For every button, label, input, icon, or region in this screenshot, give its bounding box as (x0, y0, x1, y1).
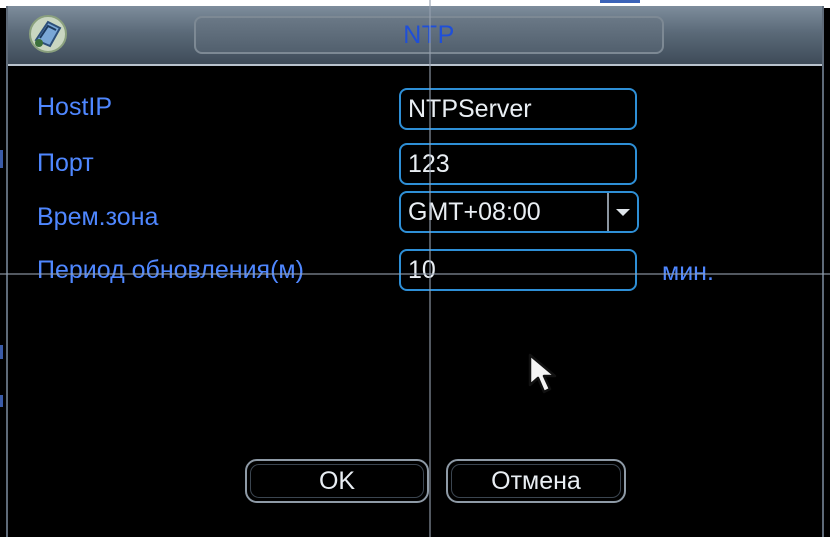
port-label: Порт (37, 149, 94, 177)
port-input[interactable]: 123 (399, 143, 637, 185)
ok-button-label: OK (318, 466, 356, 495)
host-ip-label: HostIP (37, 93, 113, 121)
screen: NTP HostIP NTPServer Порт 123 Врем.зона … (0, 0, 830, 537)
update-period-label: Период обновления(м) (37, 256, 304, 284)
dialog-titlebar: NTP (8, 6, 822, 66)
update-period-input[interactable]: 10 (399, 249, 637, 291)
ok-button[interactable]: OK (245, 459, 429, 503)
ntp-dialog: NTP HostIP NTPServer Порт 123 Врем.зона … (6, 6, 824, 537)
timezone-value: GMT+08:00 (408, 198, 541, 226)
edge-artifact (0, 150, 3, 168)
crosshair-vertical (429, 0, 431, 537)
desktop-accent (600, 0, 640, 3)
timezone-dropdown-button[interactable] (607, 193, 637, 231)
cancel-button-label: Отмена (491, 466, 581, 495)
crosshair-horizontal (0, 273, 830, 275)
timezone-select[interactable]: GMT+08:00 (399, 191, 639, 233)
chevron-down-icon (616, 209, 630, 216)
timezone-label: Врем.зона (37, 203, 159, 231)
edge-artifact (0, 395, 3, 407)
mouse-pointer-icon (528, 353, 557, 394)
camera-logo-icon (29, 15, 67, 53)
cancel-button[interactable]: Отмена (446, 459, 626, 503)
edge-artifact (0, 345, 3, 359)
host-ip-input[interactable]: NTPServer (399, 88, 637, 130)
